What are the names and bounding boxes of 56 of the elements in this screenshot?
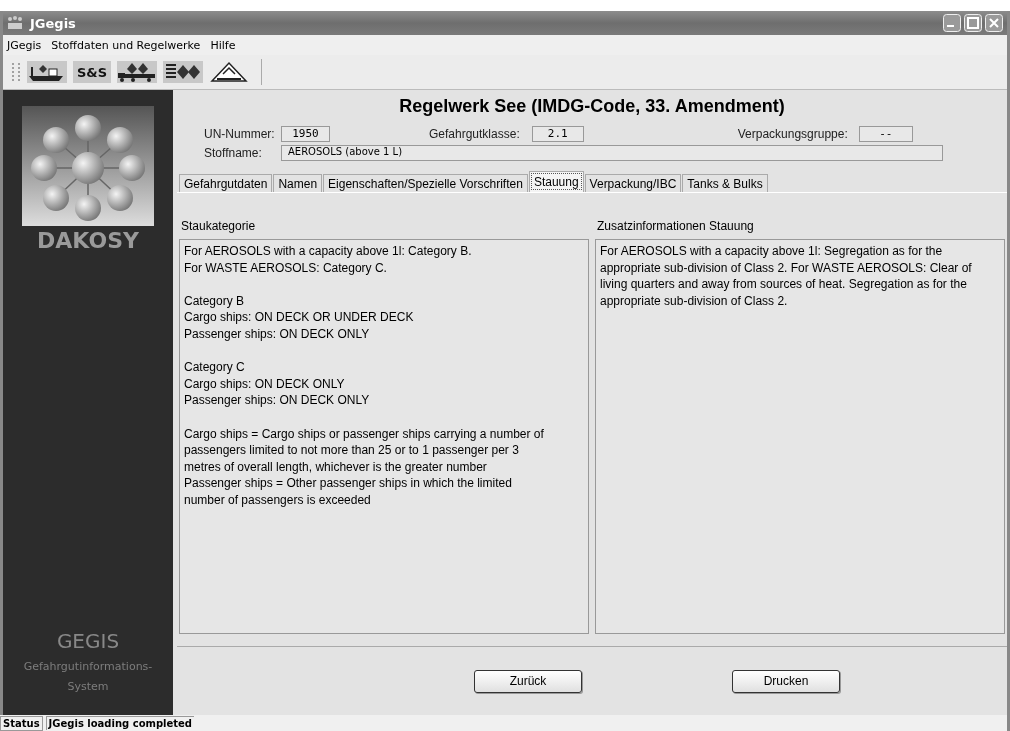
window-title: JGegis [30, 15, 76, 31]
grip-icon [11, 61, 21, 83]
text-line: Passenger ships: ON DECK ONLY [184, 325, 371, 343]
tab[interactable]: Eigenschaften/Spezielle Vorschriften [323, 174, 528, 192]
text-line: Category B [184, 292, 246, 310]
tab[interactable]: Namen [273, 174, 323, 192]
text-line: metres of overall length, whichever is the greater number [184, 458, 488, 476]
field-label: Gefahrgutklasse: [429, 126, 520, 141]
page-heading: Regelwerk See (IMDG-Code, 33. Amendment) [398, 95, 786, 118]
ship-icon[interactable] [27, 61, 67, 83]
class-field: 2.1 [531, 125, 584, 142]
panel-title: Zusatzinformationen Stauung [597, 219, 755, 233]
subtitle-line: System [67, 679, 109, 695]
text-line: Cargo ships: ON DECK ONLY [184, 375, 346, 393]
packing-group-field: -- [858, 125, 913, 142]
text-line: appropriate sub-division of Class 2. For WASTE AEROSOLS: Clear of [600, 259, 973, 277]
substance-name-field: AEROSOLS (above 1 L) [281, 144, 943, 161]
text-line: number of passengers is exceeded [184, 491, 372, 509]
close-icon[interactable] [985, 14, 1003, 32]
status-label: Status [0, 715, 43, 731]
text-line: living quarters and away from sources of heat. Segregation as for the [600, 276, 968, 293]
tab[interactable]: Verpackung/IBC [584, 174, 682, 192]
text-line: For AEROSOLS with a capacity above 1l: Category B. [184, 243, 473, 260]
action-button[interactable]: Zurück [474, 669, 582, 693]
app-icon [7, 16, 23, 30]
document-icon[interactable] [163, 61, 204, 83]
text-line: Passenger ships = Other passenger ships in which the limited [184, 475, 513, 492]
maximize-icon[interactable] [964, 14, 982, 32]
tab[interactable]: Stauung [528, 171, 584, 192]
menu-item[interactable]: Stoffdaten und Regelwerke [51, 38, 201, 52]
text-line: For AEROSOLS with a capacity above 1l: Segregation as for the [600, 243, 944, 260]
tab[interactable]: Gefahrgutdaten [179, 174, 273, 192]
text-line: Cargo ships: ON DECK OR UNDER DECK [184, 309, 415, 326]
tab[interactable]: Tanks & Bulks [682, 174, 768, 192]
status-message: JGegis loading completed [45, 716, 195, 730]
triangle-icon[interactable] [209, 61, 250, 83]
toolbar-button[interactable]: S&S [73, 61, 112, 83]
field-label: Verpackungsgruppe: [737, 126, 848, 141]
product-name: GEGIS [56, 629, 120, 653]
text-line: Category C [184, 359, 246, 376]
field-label: UN-Nummer: [204, 126, 276, 141]
action-button[interactable]: Drucken [732, 669, 840, 693]
un-number-field: 1950 [281, 125, 330, 142]
text-line: For WASTE AEROSOLS: Category C. [184, 259, 388, 277]
menu-item[interactable]: JGegis [7, 38, 42, 52]
field-label: Stoffname: [204, 145, 263, 160]
subtitle-line: Gefahrgutinformations- [23, 659, 153, 675]
text-line: appropriate sub-division of Class 2. [600, 292, 789, 310]
panel-title: Staukategorie [181, 219, 257, 233]
text-line: Cargo ships = Cargo ships or passenger ships carrying a number of [184, 425, 545, 443]
text-line: passengers limited to not more than 25 or to 1 passenger per 3 [184, 442, 520, 459]
truck-icon[interactable] [117, 61, 158, 83]
minimize-icon[interactable] [943, 14, 961, 32]
menu-item[interactable]: Hilfe [210, 38, 236, 52]
text-line: Passenger ships: ON DECK ONLY [184, 392, 371, 409]
brand-name: DAKOSY [37, 228, 139, 253]
